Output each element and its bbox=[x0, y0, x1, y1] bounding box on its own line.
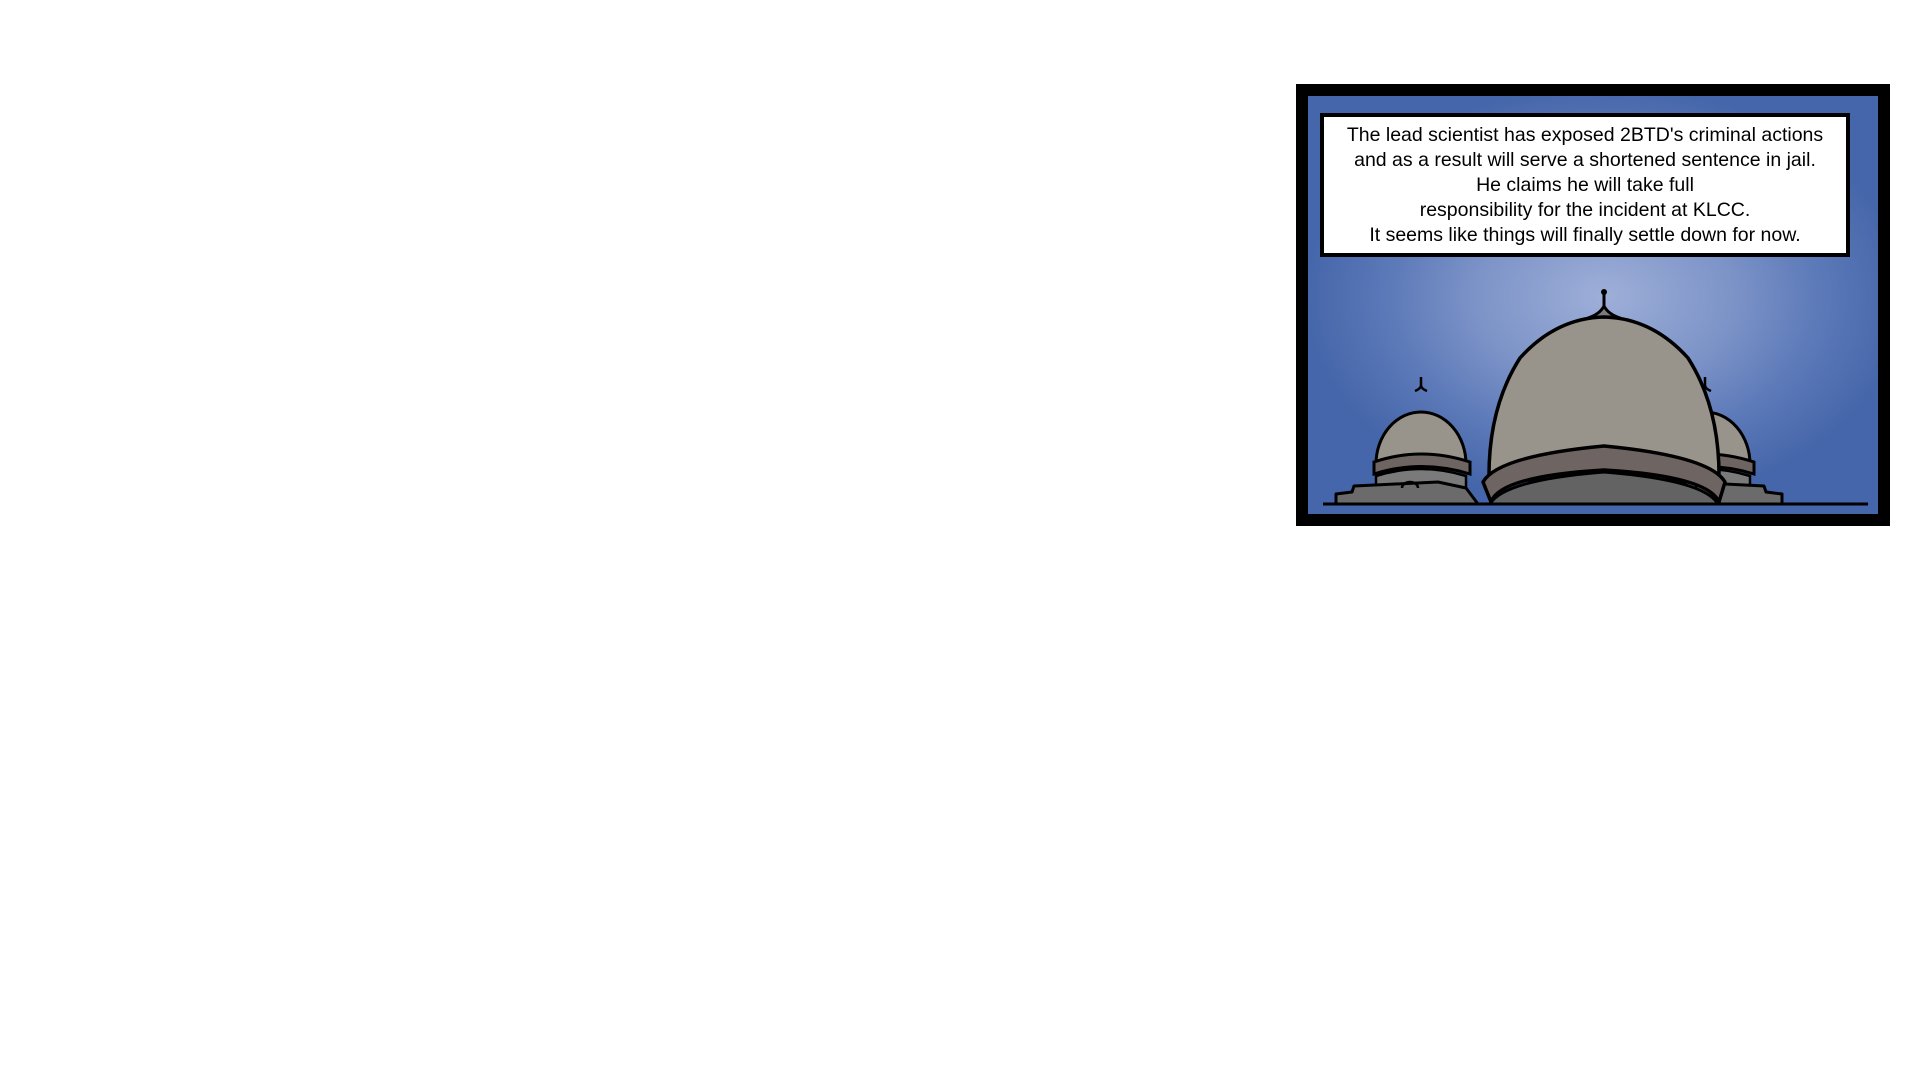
caption-line-2: and as a result will serve a shortened s… bbox=[1354, 148, 1816, 171]
caption-line-3: He claims he will take full bbox=[1476, 173, 1694, 196]
caption-line-5: It seems like things will finally settle… bbox=[1369, 223, 1801, 246]
central-dome bbox=[1481, 315, 1727, 506]
dome-finial bbox=[1586, 289, 1622, 320]
left-dome bbox=[1372, 377, 1472, 490]
comic-panel: The lead scientist has exposed 2BTD's cr… bbox=[1296, 84, 1890, 526]
caption-box: The lead scientist has exposed 2BTD's cr… bbox=[1320, 113, 1850, 257]
caption-line-1: The lead scientist has exposed 2BTD's cr… bbox=[1346, 123, 1824, 146]
caption-line-4: responsibility for the incident at KLCC. bbox=[1419, 198, 1751, 221]
